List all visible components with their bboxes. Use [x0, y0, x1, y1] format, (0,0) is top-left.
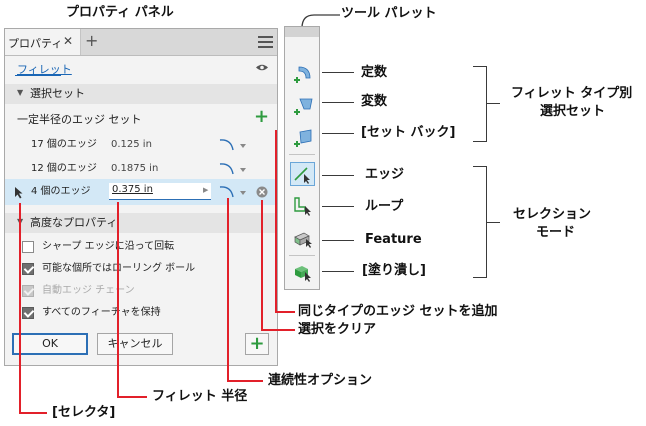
bracket-line — [473, 277, 487, 278]
constant-callout: 定数 — [361, 65, 388, 80]
tab-label: プロパティ — [8, 37, 63, 50]
leader-line — [322, 102, 354, 103]
edge-set-row[interactable]: 17 個のエッジ 0.125 in — [5, 133, 277, 157]
callout-leader — [227, 380, 263, 382]
selection-set-header[interactable]: ▼ 選択セット — [5, 84, 277, 104]
clear-selection-icon[interactable] — [256, 186, 268, 198]
feature-link-underline — [15, 75, 61, 76]
setback-fillet-icon[interactable] — [292, 127, 314, 149]
collapse-arrow-icon[interactable]: ▼ — [17, 88, 23, 97]
advanced-properties-header[interactable]: ▼ 高度なプロパティ — [5, 213, 277, 233]
callout-leader — [275, 130, 277, 313]
bracket-line — [486, 66, 487, 142]
continuity-option-icon[interactable] — [217, 136, 249, 152]
checkbox-preserve-all-features[interactable] — [22, 307, 34, 319]
option-label: シャープ エッジに沿って回転 — [42, 241, 175, 252]
selector-arrow-icon[interactable] — [14, 186, 24, 199]
continuity-option-icon[interactable] — [217, 160, 249, 176]
tool-palette-title: ツール パレット — [341, 6, 437, 21]
checkbox-rolling-ball[interactable] — [22, 263, 34, 275]
leader-line — [322, 72, 354, 73]
option-label: すべてのフィーチャを保持 — [42, 307, 161, 318]
feature-mode-icon[interactable] — [292, 227, 314, 249]
property-panel-title: プロパティ パネル — [66, 5, 174, 20]
edge-callout: エッジ — [365, 167, 405, 182]
callout-leader — [117, 202, 119, 398]
add-edge-set-callout: 同じタイプのエッジ セットを追加 — [298, 304, 498, 319]
constant-fillet-icon[interactable] — [292, 63, 314, 85]
variable-callout: 変数 — [361, 94, 388, 109]
continuity-option-callout: 連続性オプション — [268, 373, 373, 388]
clear-selection-callout: 選択をクリア — [298, 322, 377, 337]
selection-mode-group-callout-line2: モード — [536, 225, 576, 240]
add-edge-set-icon[interactable]: + — [254, 106, 269, 127]
selector-callout: [セレクタ] — [52, 405, 116, 420]
bracket-line — [473, 166, 487, 167]
close-icon[interactable]: ✕ — [63, 34, 73, 48]
palette-separator — [289, 154, 315, 155]
loop-callout: ループ — [365, 199, 404, 214]
ok-button[interactable]: OK — [12, 333, 88, 355]
edge-set-row-active[interactable]: 4 個のエッジ 0.375 in ▶ — [5, 179, 277, 205]
bracket-line — [486, 103, 500, 104]
callout-leader — [227, 198, 229, 382]
tool-palette — [284, 26, 320, 290]
leader-line — [322, 133, 354, 134]
paint-mode-icon[interactable] — [292, 261, 314, 283]
input-arrow-icon[interactable]: ▶ — [203, 186, 208, 194]
hamburger-menu-icon[interactable] — [258, 36, 273, 49]
fillet-type-group-callout-line2: 選択セット — [540, 104, 606, 119]
edge-mode-icon — [294, 167, 310, 184]
cancel-button[interactable]: キャンセル — [97, 333, 173, 355]
edge-set-row[interactable]: 12 個のエッジ 0.1875 in — [5, 157, 277, 181]
checkbox-rotate-along-sharp-edge[interactable] — [22, 241, 34, 253]
continuity-option-icon[interactable] — [217, 183, 249, 199]
setback-callout: [セット バック] — [361, 125, 456, 140]
edge-count-label: 17 個のエッジ — [31, 139, 97, 150]
visibility-eye-icon[interactable] — [255, 63, 269, 72]
callout-leader — [117, 396, 147, 398]
selection-set-header-label: 選択セット — [30, 87, 85, 100]
option-label: 自動エッジ チェーン — [42, 285, 135, 296]
callout-leader — [19, 203, 21, 414]
edge-count-label: 12 個のエッジ — [31, 163, 97, 174]
radius-value[interactable]: 0.125 in — [111, 138, 152, 152]
leader-line — [322, 206, 354, 207]
leader-line — [322, 271, 354, 272]
tab-properties[interactable]: プロパティ ✕ — [5, 29, 81, 55]
selection-mode-group-callout: セレクション — [513, 207, 592, 222]
loop-mode-icon[interactable] — [292, 195, 314, 217]
fillet-type-group-callout: フィレット タイプ別 — [511, 86, 633, 101]
edge-mode-button[interactable] — [290, 162, 315, 186]
advanced-properties-label: 高度なプロパティ — [30, 216, 118, 229]
callout-leader — [19, 412, 47, 414]
edge-count-label: 4 個のエッジ — [31, 186, 91, 197]
leader-line — [322, 175, 354, 176]
add-button[interactable]: + — [245, 333, 269, 355]
bracket-line — [473, 141, 487, 142]
add-tab-icon[interactable]: + — [85, 31, 98, 50]
radius-input-value: 0.375 in — [112, 184, 153, 195]
radius-value[interactable]: 0.1875 in — [111, 162, 158, 176]
palette-separator — [289, 255, 315, 256]
bracket-line — [486, 222, 500, 223]
callout-leader — [275, 311, 295, 313]
callout-leader — [261, 329, 295, 331]
panel-tab-bar: プロパティ ✕ + — [5, 29, 277, 56]
fillet-radius-callout: フィレット 半径 — [152, 389, 248, 404]
palette-grip[interactable] — [285, 27, 319, 37]
callout-leader — [261, 200, 263, 331]
bracket-line — [473, 66, 487, 67]
variable-fillet-icon[interactable] — [292, 95, 314, 117]
property-panel: プロパティ ✕ + フィレット ▼ 選択セット 一定半径のエッジ セット + 1… — [4, 28, 278, 366]
feature-callout: Feature — [365, 232, 422, 247]
checkbox-auto-edge-chain — [22, 285, 34, 297]
paint-callout: [塗り潰し] — [362, 263, 426, 278]
constant-radius-set-label: 一定半径のエッジ セット — [17, 113, 142, 126]
radius-input[interactable]: 0.375 in ▶ — [109, 183, 211, 200]
leader-line — [322, 240, 354, 241]
